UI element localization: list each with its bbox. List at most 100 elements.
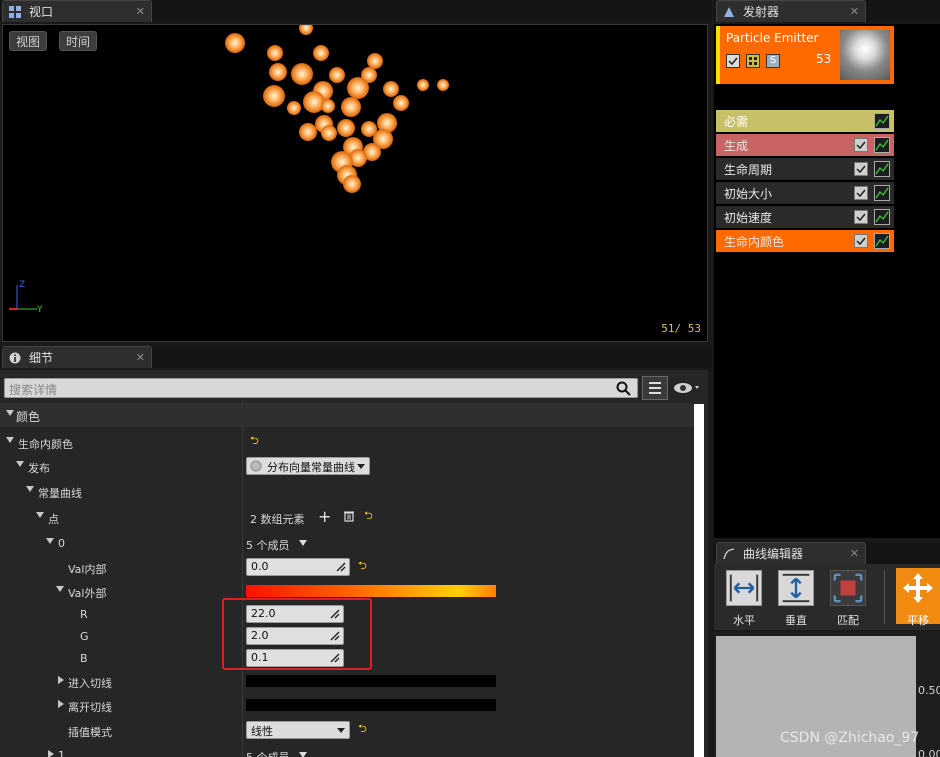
module-label: 初始大小 xyxy=(724,186,773,201)
module-spawn[interactable]: 生成 xyxy=(716,134,894,156)
pan-icon xyxy=(900,570,936,606)
reset-icon[interactable]: ⮌ xyxy=(250,435,260,446)
curve-graph-icon[interactable] xyxy=(874,137,890,153)
reset-icon[interactable]: ⮌ xyxy=(364,510,374,521)
chevron-down-icon[interactable] xyxy=(299,540,307,546)
collapse-arrow-icon[interactable] xyxy=(6,410,14,416)
interp-mode-value: 线性 xyxy=(251,725,273,738)
collapse-arrow-icon[interactable] xyxy=(46,538,54,544)
collapse-arrow-icon[interactable] xyxy=(36,512,44,518)
collapse-arrow-icon[interactable] xyxy=(6,437,14,443)
property-row[interactable]: 插值模式 线性 ⮌ xyxy=(0,718,694,742)
collapse-arrow-icon[interactable] xyxy=(16,461,24,467)
fit-icon xyxy=(830,570,866,606)
resize-grip-icon xyxy=(336,562,346,572)
time-button[interactable]: 时间 xyxy=(59,31,98,51)
array-count: 2 数组元素 xyxy=(250,513,305,526)
chevron-down-icon[interactable] xyxy=(299,752,307,757)
color-preview-bar[interactable] xyxy=(246,585,496,597)
pan-label: 平移 xyxy=(907,614,929,627)
close-icon[interactable]: ✕ xyxy=(850,547,859,560)
tab-details[interactable]: 细节 ✕ xyxy=(2,346,152,368)
tab-curve-editor[interactable]: 曲线编辑器 ✕ xyxy=(716,542,866,564)
interp-mode-dropdown[interactable]: 线性 xyxy=(246,721,350,739)
emitter-thumbnail xyxy=(840,30,890,80)
particle xyxy=(313,45,329,61)
emitter-solo-button[interactable]: S xyxy=(766,54,780,68)
viewport-canvas[interactable]: 视图 时间 Z Y 51/ 53 xyxy=(2,24,708,342)
module-enable-checkbox[interactable] xyxy=(854,138,868,152)
distribution-dropdown[interactable]: 分布向量常量曲线 xyxy=(246,457,370,475)
visibility-filter-button[interactable] xyxy=(672,378,704,398)
emitter-card[interactable]: Particle Emitter S 53 xyxy=(716,26,894,84)
curve-graph-icon[interactable] xyxy=(874,185,890,201)
view-options-button[interactable] xyxy=(642,376,668,400)
watermark: CSDN @Zhichao_97 xyxy=(780,730,920,746)
property-row[interactable]: 进入切线 xyxy=(0,669,694,693)
tab-viewport[interactable]: 视口 ✕ xyxy=(2,0,152,22)
fit-vertical-button[interactable]: 垂直 xyxy=(774,568,818,627)
particle xyxy=(383,81,399,97)
curve-graph-icon[interactable] xyxy=(874,233,890,249)
module-initial-velocity[interactable]: 初始速度 xyxy=(716,206,894,228)
expand-arrow-icon[interactable] xyxy=(48,750,54,757)
particle xyxy=(299,123,317,141)
property-row[interactable]: 1 5 个成员 xyxy=(0,743,694,757)
emitter-icon xyxy=(724,6,734,17)
close-icon[interactable]: ✕ xyxy=(850,5,859,18)
particle xyxy=(287,101,301,115)
module-initial-size[interactable]: 初始大小 xyxy=(716,182,894,204)
module-enable-checkbox[interactable] xyxy=(854,186,868,200)
in-val-input[interactable]: 0.0 xyxy=(246,558,350,576)
close-icon[interactable]: ✕ xyxy=(136,351,145,364)
module-lifetime[interactable]: 生命周期 xyxy=(716,158,894,180)
trash-icon[interactable] xyxy=(343,510,355,522)
collapse-arrow-icon[interactable] xyxy=(56,586,64,592)
property-row[interactable]: 常量曲线 xyxy=(0,479,694,503)
tab-emitters[interactable]: 发射器 ✕ xyxy=(716,0,866,22)
chevron-down-icon xyxy=(337,728,345,733)
property-row[interactable]: 发布 分布向量常量曲线 xyxy=(0,454,694,478)
module-required[interactable]: 必需 xyxy=(716,110,894,132)
particle xyxy=(267,45,283,61)
property-row[interactable]: 离开切线 xyxy=(0,693,694,717)
arrive-tangent-bar[interactable] xyxy=(246,675,496,687)
property-row[interactable]: Val内部 0.0 ⮌ xyxy=(0,555,694,579)
property-row[interactable]: 生命内颜色 ⮌ xyxy=(0,430,694,454)
property-row[interactable]: 点 2 数组元素 + ⮌ xyxy=(0,505,694,529)
pan-button[interactable]: 平移 xyxy=(896,568,940,627)
leave-tangent-bar[interactable] xyxy=(246,699,496,711)
curve-graph-icon[interactable] xyxy=(874,161,890,177)
particle xyxy=(337,119,355,137)
curve-editor-toolbar: 水平 垂直 匹配 平移 xyxy=(714,564,940,630)
curve-graph-icon[interactable] xyxy=(874,209,890,225)
add-element-icon[interactable]: + xyxy=(318,507,331,526)
fit-horizontal-button[interactable]: 水平 xyxy=(722,568,766,627)
property-label: 点 xyxy=(48,513,59,526)
reset-icon[interactable]: ⮌ xyxy=(358,560,368,571)
close-icon[interactable]: ✕ xyxy=(136,5,145,18)
emitter-enable-checkbox[interactable] xyxy=(726,54,740,68)
expand-arrow-icon[interactable] xyxy=(58,700,64,708)
particle xyxy=(341,97,361,117)
search-input[interactable]: 搜索详情 xyxy=(4,378,638,398)
chevron-down-icon xyxy=(357,464,365,469)
particle xyxy=(321,125,337,141)
fit-button[interactable]: 匹配 xyxy=(826,568,870,627)
reset-icon[interactable]: ⮌ xyxy=(358,723,368,734)
curve-graph-icon[interactable] xyxy=(874,113,890,129)
collapse-arrow-icon[interactable] xyxy=(26,486,34,492)
module-enable-checkbox[interactable] xyxy=(854,210,868,224)
emitter-area[interactable]: Particle Emitter S 53 必需 生成 生命周期 初始大小 初始… xyxy=(714,24,940,538)
module-enable-checkbox[interactable] xyxy=(854,162,868,176)
category-row[interactable]: 颜色 xyxy=(0,403,694,427)
scrollbar[interactable] xyxy=(694,404,704,757)
emitter-render-mode-icon[interactable] xyxy=(746,54,760,68)
module-color-over-life[interactable]: 生命内颜色 xyxy=(716,230,894,252)
member-count: 5 个成员 xyxy=(246,539,290,552)
view-button[interactable]: 视图 xyxy=(9,31,48,51)
property-row[interactable]: 0 5 个成员 xyxy=(0,531,694,555)
module-enable-checkbox[interactable] xyxy=(854,234,868,248)
toolbar-separator xyxy=(884,570,885,624)
expand-arrow-icon[interactable] xyxy=(58,676,64,684)
